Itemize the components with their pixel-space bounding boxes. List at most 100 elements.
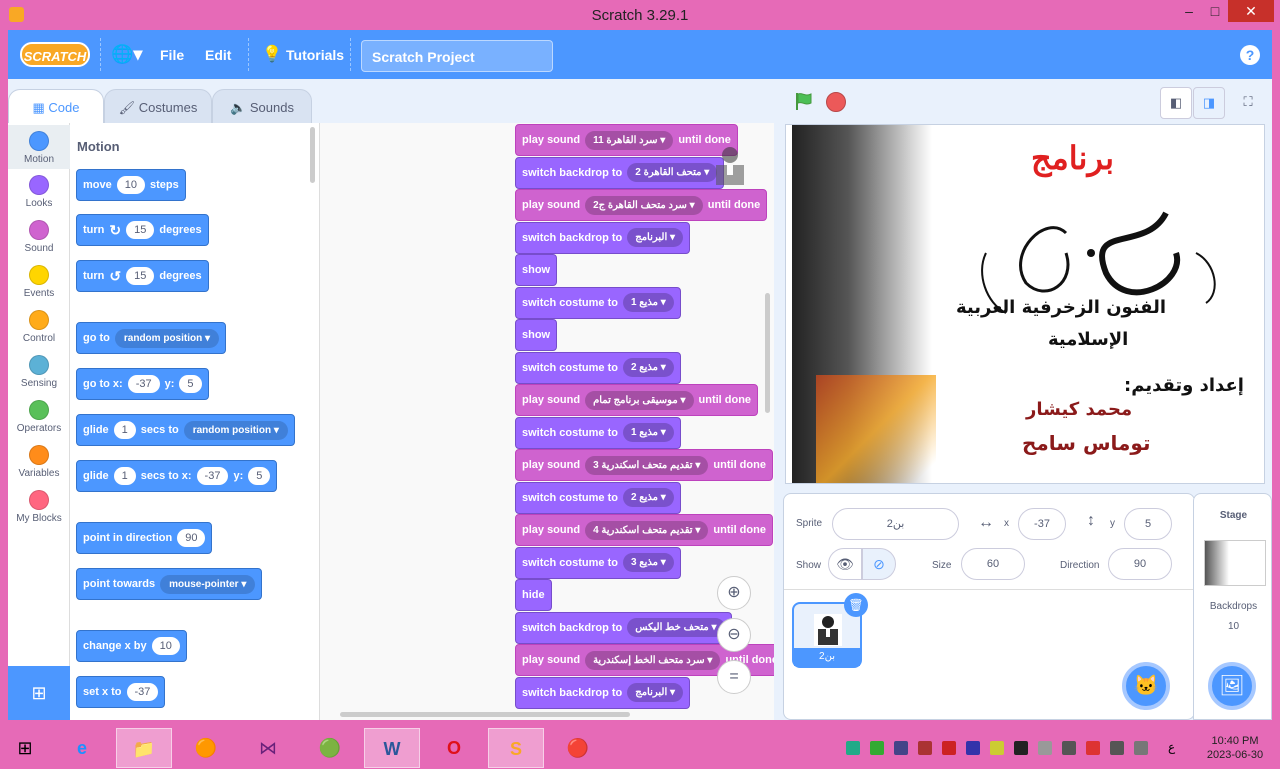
fullscreen-icon[interactable]: ⛶ — [1232, 87, 1264, 119]
block-dropdown[interactable]: مذيع 3 ▾ — [622, 553, 674, 572]
category-operators[interactable]: Operators — [8, 400, 70, 434]
block-dropdown[interactable]: مذيع 2 ▾ — [622, 358, 674, 377]
category-sound[interactable]: Sound — [8, 220, 70, 254]
block-dropdown[interactable]: متحف القاهرة 2 ▾ — [627, 163, 718, 182]
block-input[interactable]: 5 — [179, 375, 202, 393]
script-block-play-sound[interactable]: play sound سرد القاهرة 11 ▾ until done — [515, 124, 738, 156]
block-dropdown[interactable]: متحف خط اليكس ▾ — [627, 618, 725, 637]
tray-volume-icon[interactable] — [1038, 741, 1052, 755]
block-dropdown[interactable]: البرنامج ▾ — [627, 228, 684, 247]
script-block-switch-backdrop-to[interactable]: switch backdrop to متحف خط اليكس ▾ — [515, 611, 732, 644]
workspace-hscrollbar[interactable] — [340, 712, 630, 717]
block-turn-right[interactable]: turn ↻ 15 degrees — [76, 214, 209, 246]
block-input[interactable]: 1 — [113, 467, 136, 485]
tray-alert-icon[interactable] — [1086, 741, 1100, 755]
tray-shield-icon[interactable] — [966, 741, 980, 755]
add-backdrop-button[interactable]: 🖼 — [1208, 662, 1256, 710]
block-input[interactable]: 1 — [113, 421, 136, 439]
zoom-in-icon[interactable]: ⊕ — [717, 576, 751, 610]
project-title-input[interactable]: Scratch Project — [361, 40, 553, 72]
script-block-show[interactable]: show — [515, 319, 558, 351]
category-sensing[interactable]: Sensing — [8, 355, 70, 389]
tab-costumes[interactable]: 🖌 Costumes — [104, 89, 212, 125]
script-block-play-sound[interactable]: play sound سرد متحف القاهرة ج2 ▾ until don… — [515, 189, 768, 221]
tray-globe-icon[interactable] — [870, 741, 884, 755]
block-point-direction[interactable]: point in direction 90 — [76, 522, 213, 554]
block-dropdown[interactable]: موسيقى برنامج تمام ▾ — [585, 390, 694, 410]
block-dropdown[interactable]: تقديم متحف اسكندرية 4 ▾ — [585, 520, 709, 540]
block-input[interactable]: -37 — [127, 375, 160, 393]
script-block-show[interactable]: show — [515, 254, 558, 286]
scratch-logo[interactable]: SCRATCH — [20, 42, 90, 67]
tray-usb-icon[interactable] — [1062, 741, 1076, 755]
block-dropdown[interactable]: random position ▾ — [183, 420, 288, 440]
block-dropdown[interactable]: سرد متحف القاهرة ج2 ▾ — [585, 195, 703, 215]
show-visible-icon[interactable]: 👁 — [828, 548, 862, 580]
block-dropdown[interactable]: البرنامج ▾ — [627, 683, 684, 702]
palette-scrollbar[interactable] — [310, 127, 315, 183]
block-dropdown[interactable]: مذيع 1 ▾ — [622, 293, 674, 312]
workspace-vscrollbar[interactable] — [765, 293, 770, 413]
script-workspace[interactable]: play sound سرد القاهرة 11 ▾ until done swit… — [320, 123, 774, 720]
category-variables[interactable]: Variables — [8, 445, 70, 479]
x-input[interactable]: -37 — [1018, 508, 1066, 540]
block-input[interactable]: 10 — [116, 176, 145, 194]
word-icon[interactable]: W — [364, 728, 420, 768]
stage-canvas[interactable]: برنامج الفنون الزخرفية العربية الإسلامية… — [785, 124, 1265, 484]
block-go-to-xy[interactable]: go to x: -37 y: 5 — [76, 368, 209, 400]
chrome-icon[interactable]: 🟢 — [302, 728, 358, 768]
script-block-play-sound[interactable]: play sound تقديم متحف اسكندرية 3 ▾ until d… — [515, 449, 773, 481]
block-glide-random[interactable]: glide 1 secs to random position ▾ — [76, 414, 295, 446]
close-button[interactable]: ✕ — [1228, 0, 1274, 22]
block-input[interactable]: 90 — [177, 529, 206, 547]
block-dropdown[interactable]: تقديم متحف اسكندرية 3 ▾ — [585, 455, 709, 475]
maximize-button[interactable]: □ — [1202, 0, 1228, 22]
tray-speaker-icon[interactable] — [1134, 741, 1148, 755]
zoom-reset-icon[interactable]: = — [717, 660, 751, 694]
block-input[interactable]: -37 — [196, 467, 229, 485]
normal-stage-icon[interactable]: ◨ — [1193, 87, 1225, 119]
input-language[interactable]: ع — [1168, 740, 1175, 754]
file-explorer-icon[interactable]: 📁 — [116, 728, 172, 768]
tray-arrow-icon[interactable] — [918, 741, 932, 755]
help-icon[interactable]: ? — [1240, 45, 1260, 65]
zoom-out-icon[interactable]: ⊖ — [717, 618, 751, 652]
green-flag-icon[interactable] — [794, 91, 814, 111]
category-motion[interactable]: Motion — [8, 125, 70, 169]
script-block-switch-costume-to[interactable]: switch costume to مذيع 3 ▾ — [515, 546, 681, 579]
minimize-button[interactable]: – — [1176, 0, 1202, 22]
menu-file[interactable]: File — [160, 47, 184, 63]
block-input[interactable]: 10 — [151, 637, 180, 655]
block-dropdown[interactable]: random position ▾ — [114, 328, 220, 348]
delete-sprite-icon[interactable]: 🗑 — [844, 593, 868, 617]
block-go-to[interactable]: go to random position ▾ — [76, 322, 227, 354]
script-block-switch-costume-to[interactable]: switch costume to مذيع 1 ▾ — [515, 286, 681, 319]
globe-icon[interactable]: 🌐▾ — [111, 44, 142, 65]
small-stage-icon[interactable]: ◧ — [1160, 87, 1192, 119]
block-dropdown[interactable]: سرد القاهرة 11 ▾ — [585, 130, 674, 150]
script-block-play-sound[interactable]: play sound موسيقى برنامج تمام ▾ until done — [515, 384, 759, 416]
menu-edit[interactable]: Edit — [205, 47, 231, 63]
clock[interactable]: 10:40 PM 2023-06-30 — [1200, 734, 1270, 762]
block-input[interactable]: -37 — [126, 683, 159, 701]
script-block-switch-backdrop-to[interactable]: switch backdrop to متحف القاهرة 2 ▾ — [515, 156, 725, 189]
y-input[interactable]: 5 — [1124, 508, 1172, 540]
block-input[interactable]: 15 — [126, 267, 155, 285]
tray-monitor-icon[interactable] — [894, 741, 908, 755]
block-input[interactable]: 15 — [126, 221, 155, 239]
block-dropdown[interactable]: mouse-pointer ▾ — [160, 574, 256, 594]
script-block-switch-costume-to[interactable]: switch costume to مذيع 2 ▾ — [515, 481, 681, 514]
size-input[interactable]: 60 — [961, 548, 1025, 580]
visual-studio-icon[interactable]: ⋈ — [240, 728, 296, 768]
ie-icon[interactable]: e — [54, 728, 110, 768]
tab-sounds[interactable]: 🔈 Sounds — [212, 89, 312, 125]
script-block-switch-costume-to[interactable]: switch costume to مذيع 2 ▾ — [515, 351, 681, 384]
tray-display-icon[interactable] — [1014, 741, 1028, 755]
direction-input[interactable]: 90 — [1108, 548, 1172, 580]
category-control[interactable]: Control — [8, 310, 70, 344]
block-dropdown[interactable]: مذيع 2 ▾ — [622, 488, 674, 507]
tray-flag-icon[interactable] — [942, 741, 956, 755]
add-sprite-button[interactable]: 🐱 — [1122, 662, 1170, 710]
block-input[interactable]: 5 — [248, 467, 271, 485]
show-hidden-icon[interactable]: ⊘ — [862, 548, 896, 580]
